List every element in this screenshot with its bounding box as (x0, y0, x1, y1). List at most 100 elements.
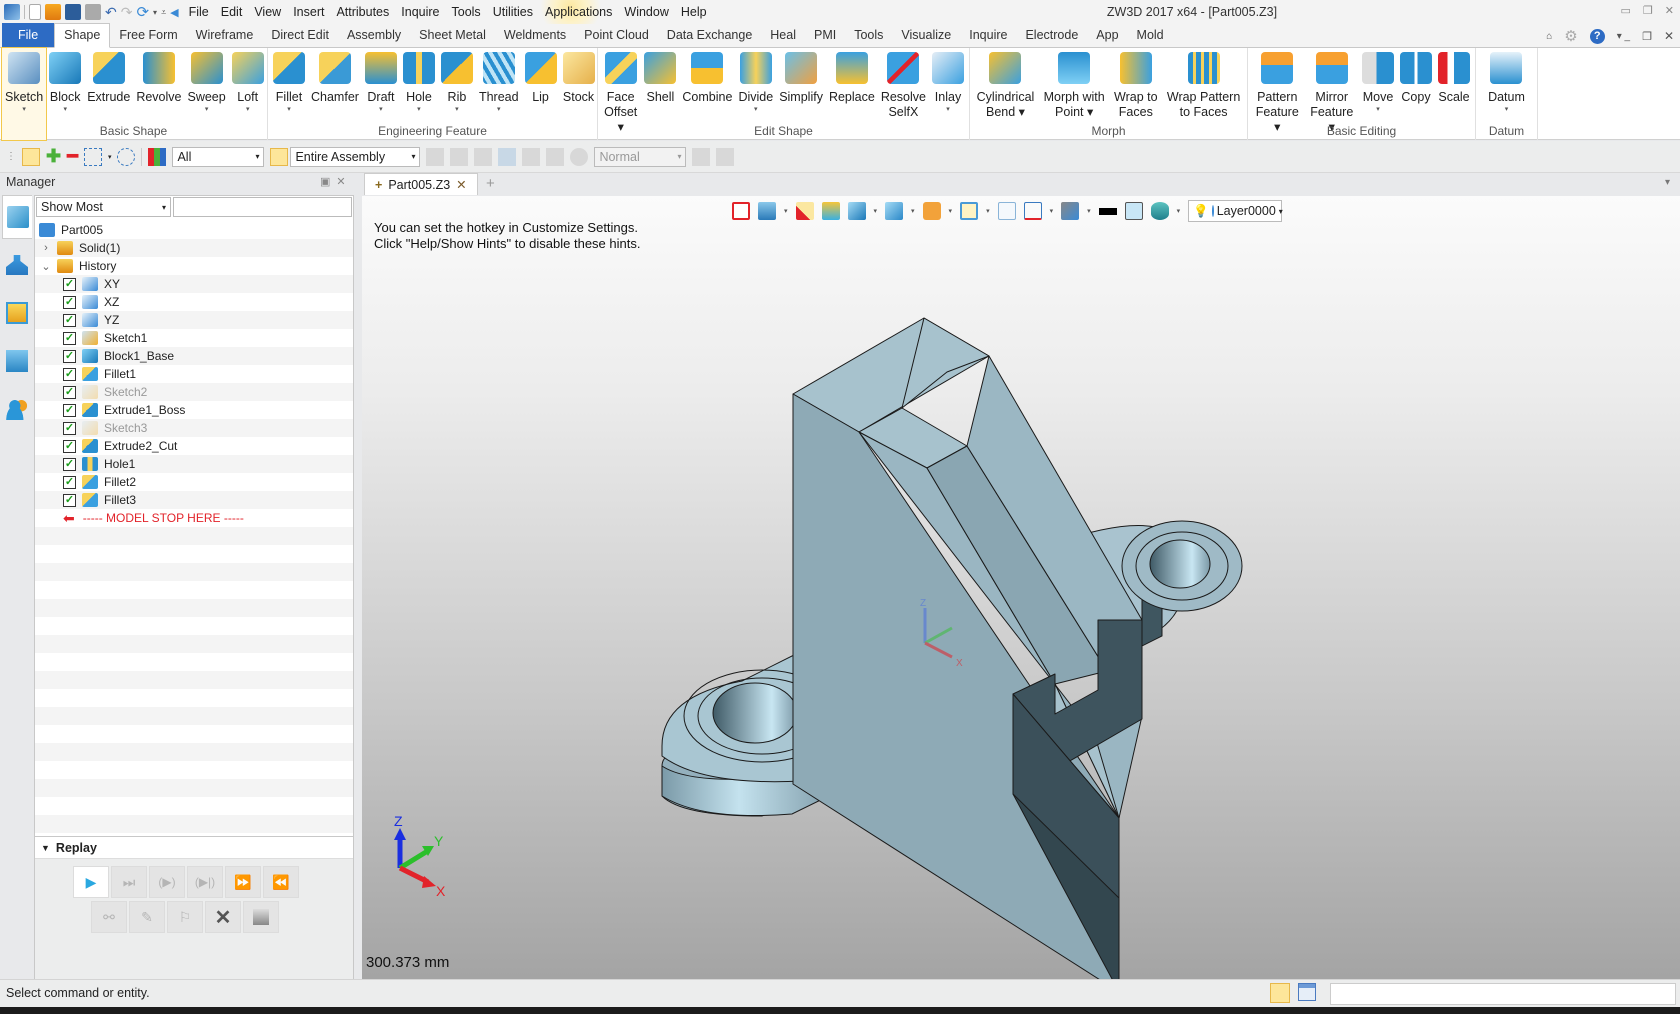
menu-tools[interactable]: Tools (446, 0, 487, 24)
collapse-icon[interactable]: ⌄ (39, 260, 53, 273)
redo-icon[interactable]: ↷ (121, 4, 133, 21)
menu-edit[interactable]: Edit (215, 0, 249, 24)
close-tab-icon[interactable]: ✕ (456, 177, 466, 192)
replay-step-button[interactable]: (▶) (149, 866, 185, 898)
box-select-icon[interactable] (83, 147, 102, 166)
visibility-checkbox[interactable]: ✓ (63, 331, 76, 345)
tool-icon[interactable] (426, 147, 445, 166)
pin-icon[interactable]: ▣ (320, 175, 330, 188)
new-tab-button[interactable]: + (486, 175, 495, 192)
print-icon[interactable] (85, 4, 101, 20)
menu-view[interactable]: View (248, 0, 287, 24)
help-icon[interactable]: ? (1589, 28, 1605, 44)
replay-all-button[interactable]: (▶|) (187, 866, 223, 898)
tab-data-exchange[interactable]: Data Exchange (658, 24, 761, 47)
expand-icon[interactable]: › (39, 242, 53, 254)
tool-icon[interactable] (522, 147, 541, 166)
customize-qa-icon[interactable]: ⩡ (161, 7, 166, 18)
tree-item[interactable]: ✓ Extrude1_Boss (35, 401, 353, 419)
run-button[interactable]: ⚐ (167, 901, 203, 933)
refresh-icon[interactable]: ⟳ (136, 3, 149, 21)
scope-select[interactable]: Entire Assembly ▾ (290, 146, 421, 167)
tab-pmi[interactable]: PMI (805, 24, 845, 47)
visibility-checkbox[interactable]: ✓ (63, 295, 76, 309)
tool-icon[interactable] (498, 147, 517, 166)
menu-window[interactable]: Window (618, 0, 674, 24)
assembly-scope-icon[interactable] (270, 147, 289, 166)
doc-minimize-button[interactable]: ▾ _ (1617, 31, 1630, 42)
tree-item[interactable]: ✓ Sketch3 (35, 419, 353, 437)
visibility-checkbox[interactable]: ✓ (63, 367, 76, 381)
restore-button[interactable]: ❐ (1643, 4, 1653, 17)
visibility-checkbox[interactable]: ✓ (63, 403, 76, 417)
play-button[interactable]: ▶ (73, 866, 109, 898)
history-tab[interactable] (2, 195, 32, 239)
tool-icon[interactable] (474, 147, 493, 166)
tab-electrode[interactable]: Electrode (1016, 24, 1087, 47)
remove-icon[interactable]: ━ (67, 146, 78, 167)
tree-item[interactable]: ⬅ ----- MODEL STOP HERE ----- (35, 509, 353, 527)
tab-point-cloud[interactable]: Point Cloud (575, 24, 658, 47)
visibility-checkbox[interactable]: ✓ (63, 457, 76, 471)
doc-close-button[interactable]: ✕ (1664, 29, 1674, 43)
pointer-icon[interactable] (546, 147, 565, 166)
tree-item[interactable]: ✓ Fillet2 (35, 473, 353, 491)
cancel-button[interactable]: ✕ (205, 901, 241, 933)
settings-gear-icon[interactable]: ⚙ (1564, 27, 1577, 45)
tree-item[interactable]: ✓ Extrude2_Cut (35, 437, 353, 455)
visibility-checkbox[interactable]: ✓ (63, 475, 76, 489)
tree-item[interactable]: › Solid(1) (35, 239, 353, 257)
tab-visualize[interactable]: Visualize (892, 24, 960, 47)
undo-icon[interactable]: ↶ (105, 4, 117, 21)
pick-select-icon[interactable] (22, 147, 40, 166)
close-button[interactable]: ✕ (1665, 4, 1674, 17)
menu-file[interactable]: File (183, 0, 215, 24)
tree-item[interactable]: ⌄ History (35, 257, 353, 275)
fast-forward-button[interactable]: ⏩ (225, 866, 261, 898)
tree-item[interactable]: ✓ Hole1 (35, 455, 353, 473)
tree-item[interactable]: Part005 (35, 221, 353, 239)
visibility-checkbox[interactable]: ✓ (63, 349, 76, 363)
render-mode-icon[interactable] (570, 147, 589, 166)
tree-item[interactable]: ✓ YZ (35, 311, 353, 329)
menu-utilities[interactable]: Utilities (487, 0, 539, 24)
tree-item[interactable]: ✓ Fillet1 (35, 365, 353, 383)
images-tab[interactable] (2, 339, 32, 383)
tab-heal[interactable]: Heal (761, 24, 805, 47)
tree-item[interactable]: ✓ Sketch1 (35, 329, 353, 347)
assembly-tab[interactable] (2, 243, 32, 287)
collapse-menu-icon[interactable]: ◀ (170, 6, 178, 19)
tab-file[interactable]: File (2, 23, 55, 47)
viewport-menu-icon[interactable]: ▾ (1665, 177, 1670, 188)
list-view-icon[interactable] (1298, 983, 1316, 1001)
users-tab[interactable] (2, 387, 32, 431)
minimize-button[interactable]: ▭ (1621, 4, 1631, 17)
pointer-icon[interactable] (716, 147, 735, 166)
tree-item[interactable]: ✓ Block1_Base (35, 347, 353, 365)
show-filter-select[interactable]: Show Most ▾ (36, 197, 171, 217)
visibility-checkbox[interactable]: ✓ (63, 385, 76, 399)
gradient-button[interactable] (243, 901, 279, 933)
tab-mold[interactable]: Mold (1128, 24, 1173, 47)
tool-icon[interactable] (450, 147, 469, 166)
visibility-checkbox[interactable]: ✓ (63, 421, 76, 435)
tab-part005[interactable]: + Part005.Z3 ✕ (364, 173, 478, 195)
part-model[interactable]: Z X (362, 196, 1680, 979)
link-button[interactable]: ⚯ (91, 901, 127, 933)
tree-item[interactable]: ✓ Sketch2 (35, 383, 353, 401)
mode-select[interactable]: Normal ▾ (594, 146, 687, 167)
tab-wireframe[interactable]: Wireframe (187, 24, 263, 47)
tab-weldments[interactable]: Weldments (495, 24, 575, 47)
filter-select[interactable]: All ▾ (172, 146, 265, 167)
app-logo-icon[interactable] (4, 4, 20, 20)
doc-restore-button[interactable]: ❐ (1642, 30, 1652, 43)
dropdown-icon[interactable]: ▾ (153, 8, 157, 17)
pointer-icon[interactable] (692, 147, 711, 166)
tree-item[interactable]: ✓ XZ (35, 293, 353, 311)
menu-applications[interactable]: Applications (538, 0, 619, 24)
tab-free-form[interactable]: Free Form (110, 24, 186, 47)
dropdown-icon[interactable]: ▾ (108, 153, 112, 161)
tab-app[interactable]: App (1087, 24, 1127, 47)
tree-search-input[interactable] (173, 197, 352, 217)
visibility-checkbox[interactable]: ✓ (63, 313, 76, 327)
